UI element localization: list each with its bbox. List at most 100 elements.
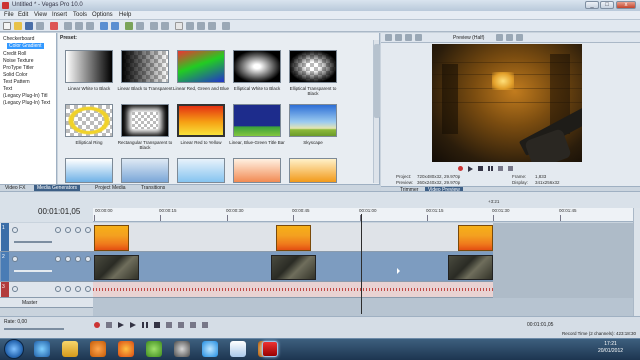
copy-icon[interactable] — [75, 22, 83, 30]
prev-frame-icon[interactable] — [498, 166, 503, 171]
tree-item-legacy-titles[interactable]: (Legacy Plug-In) Titl — [3, 93, 47, 99]
play-icon[interactable] — [468, 166, 473, 172]
preset-thumb-elliptical-transparent-black[interactable] — [289, 50, 337, 83]
track-lane-2[interactable] — [93, 252, 493, 282]
utorrent-icon[interactable] — [146, 341, 162, 357]
solo-icon[interactable] — [85, 227, 91, 233]
preset-thumb-linear-rgb[interactable] — [177, 50, 225, 83]
track-fx-icon[interactable] — [65, 256, 71, 262]
help-icon[interactable] — [222, 22, 230, 30]
media-player-icon[interactable] — [90, 341, 106, 357]
paint-icon[interactable] — [230, 341, 246, 357]
video-clip-thumbnail[interactable] — [448, 255, 493, 280]
mute-icon[interactable] — [75, 227, 81, 233]
tree-item-noise-texture[interactable]: Noise Texture — [3, 58, 33, 64]
record-icon[interactable] — [94, 322, 100, 328]
preset-thumb-row3-5[interactable] — [289, 158, 337, 183]
video-clip-thumbnail[interactable] — [271, 255, 316, 280]
overlays-icon[interactable] — [496, 34, 503, 41]
level-slider[interactable] — [14, 241, 52, 243]
preset-thumb-skyscape[interactable] — [289, 104, 337, 137]
selection-tool-icon[interactable] — [197, 22, 205, 30]
minimize-button[interactable]: _ — [585, 1, 599, 9]
arm-record-icon[interactable] — [55, 286, 61, 292]
preset-thumb-linear-red-yellow[interactable] — [177, 104, 225, 137]
pause-icon[interactable] — [488, 166, 493, 171]
timeline-vertical-scrollbar[interactable] — [633, 208, 640, 316]
tree-item-color-gradient[interactable]: Color Gradient — [7, 43, 44, 49]
stop-icon[interactable] — [478, 166, 483, 171]
solo-icon[interactable] — [85, 256, 91, 262]
timeline-blank-area[interactable] — [93, 298, 633, 316]
tree-item-legacy-text[interactable]: (Legacy Plug-In) Text — [3, 100, 50, 106]
split-screen-icon[interactable] — [415, 34, 422, 41]
envelope-tool-icon[interactable] — [186, 22, 194, 30]
tree-item-solid-color[interactable]: Solid Color — [3, 72, 27, 78]
mute-icon[interactable] — [75, 256, 81, 262]
menu-help[interactable]: Help — [119, 12, 131, 18]
preset-thumb-row3-2[interactable] — [121, 158, 169, 183]
external-monitor-icon[interactable] — [395, 34, 402, 41]
loop-icon[interactable] — [106, 322, 112, 328]
menu-insert[interactable]: Insert — [52, 12, 67, 18]
preset-thumb-row3-4[interactable] — [233, 158, 281, 183]
taskbar-clock[interactable]: 17:21 20/01/2012 — [598, 341, 623, 355]
save-snapshot-icon[interactable] — [516, 34, 523, 41]
preset-thumb-linear-black-transparent[interactable] — [121, 50, 169, 83]
properties-icon[interactable] — [36, 22, 44, 30]
preset-thumb-row3-3[interactable] — [177, 158, 225, 183]
video-clip-thumbnail[interactable] — [94, 255, 139, 280]
tree-item-protype-titler[interactable]: ProType Titler — [3, 65, 34, 71]
tree-item-test-pattern[interactable]: Test Pattern — [3, 79, 30, 85]
auto-ripple-icon[interactable] — [136, 22, 144, 30]
preview-quality-select[interactable]: Preview (Half) — [453, 35, 484, 41]
collapse-icon[interactable] — [12, 227, 18, 233]
undo-icon[interactable] — [100, 22, 108, 30]
menu-options[interactable]: Options — [92, 12, 113, 18]
start-button[interactable] — [4, 339, 24, 359]
playhead-cursor[interactable] — [361, 214, 362, 314]
snap-icon[interactable] — [125, 22, 133, 30]
timeline-empty-area[interactable] — [493, 223, 633, 298]
collapse-icon[interactable] — [12, 286, 18, 292]
collapse-icon[interactable] — [12, 256, 18, 262]
gradient-clip[interactable] — [94, 225, 129, 251]
zoom-tool-icon[interactable] — [208, 22, 216, 30]
menu-edit[interactable]: Edit — [18, 12, 28, 18]
next-frame-icon[interactable] — [508, 166, 513, 171]
normal-edit-tool-icon[interactable] — [175, 22, 183, 30]
lock-envelopes-icon[interactable] — [150, 22, 158, 30]
maximize-button[interactable]: □ — [600, 1, 614, 9]
solo-icon[interactable] — [85, 286, 91, 292]
tree-item-text[interactable]: Text — [3, 86, 12, 92]
level-slider[interactable] — [14, 270, 52, 272]
track-lane-3[interactable] — [93, 282, 493, 298]
play-icon[interactable] — [130, 322, 136, 328]
cut-icon[interactable] — [64, 22, 72, 30]
play-from-start-icon[interactable] — [118, 322, 124, 328]
copy-snapshot-icon[interactable] — [506, 34, 513, 41]
track-lane-1[interactable] — [93, 223, 493, 252]
menu-view[interactable]: View — [34, 12, 47, 18]
menu-file[interactable]: File — [4, 12, 14, 18]
timeline-ruler[interactable]: 00:00:00 00:00:15 00:00:30 00:00:45 00:0… — [93, 208, 633, 222]
skype-icon[interactable] — [202, 341, 218, 357]
save-icon[interactable] — [25, 22, 33, 30]
playback-rate-slider[interactable] — [4, 328, 64, 330]
ignore-grouping-icon[interactable] — [161, 22, 169, 30]
track-fx-icon[interactable] — [65, 286, 71, 292]
preset-thumb-blue-green-title-bar[interactable] — [233, 104, 281, 137]
menu-tools[interactable]: Tools — [73, 12, 87, 18]
tree-item-checkerboard[interactable]: Checkerboard — [3, 36, 34, 42]
track-motion-icon[interactable] — [55, 227, 61, 233]
redo-icon[interactable] — [111, 22, 119, 30]
mute-icon[interactable] — [75, 286, 81, 292]
preset-scrollbar[interactable] — [373, 40, 380, 183]
close-button[interactable]: x — [616, 1, 636, 9]
open-icon[interactable] — [14, 22, 22, 30]
track-motion-icon[interactable] — [55, 256, 61, 262]
track-header-2[interactable]: 2 — [0, 252, 93, 282]
video-fx-icon[interactable] — [405, 34, 412, 41]
next-frame-icon[interactable] — [202, 322, 208, 328]
firefox-icon[interactable] — [118, 341, 134, 357]
